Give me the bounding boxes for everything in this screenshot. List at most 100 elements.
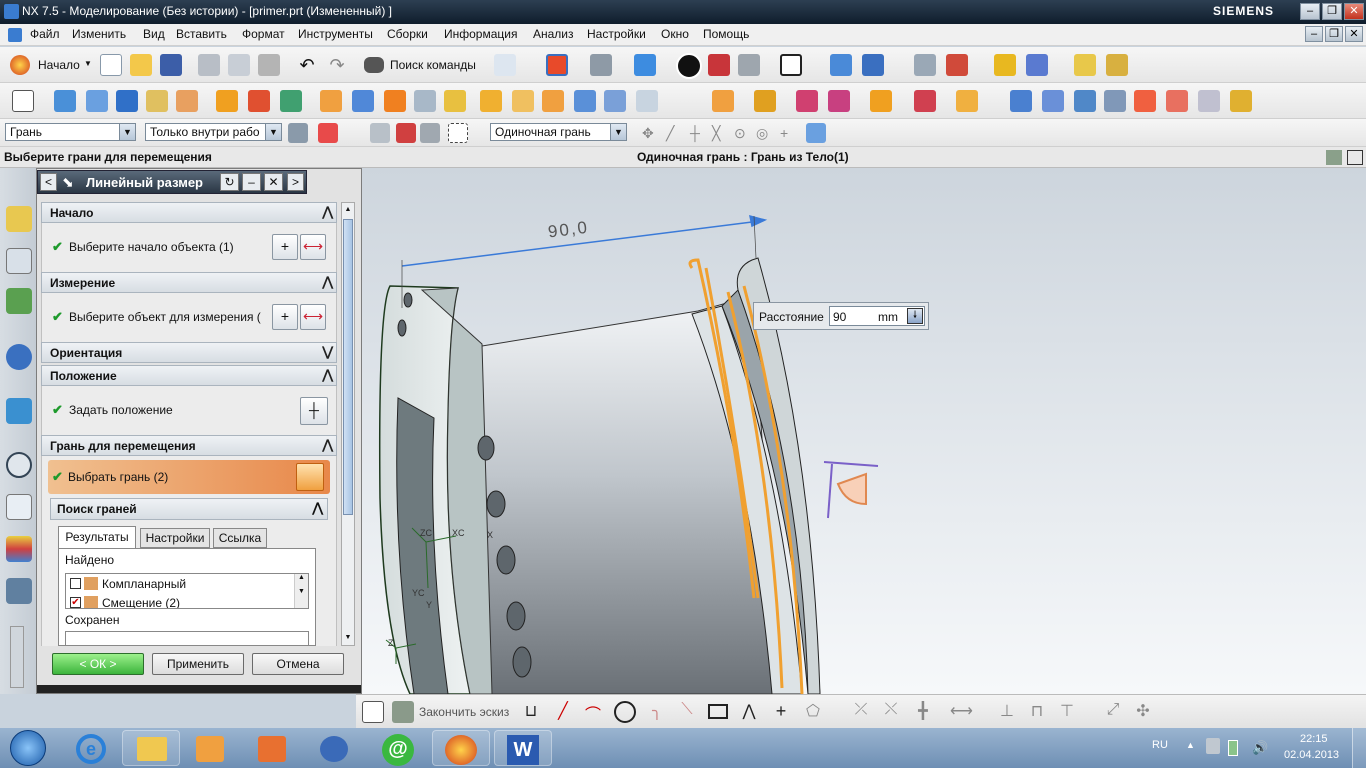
- show-constraints-icon[interactable]: ⊓: [1026, 701, 1048, 723]
- undo-icon[interactable]: ↶: [296, 54, 318, 76]
- snap-quadrant-icon[interactable]: ◎: [756, 125, 772, 141]
- menu-window[interactable]: Окно: [661, 27, 689, 41]
- network-icon[interactable]: [1206, 738, 1220, 754]
- fullscreen-icon[interactable]: [1347, 150, 1363, 165]
- profile-icon[interactable]: ⊔: [520, 701, 542, 723]
- scroll-up-arrow[interactable]: ▲: [342, 203, 354, 217]
- close-button[interactable]: ✕: [1344, 3, 1364, 20]
- reset-icon[interactable]: ↻: [220, 173, 239, 191]
- clock-date[interactable]: 02.04.2013: [1284, 749, 1339, 761]
- surface-icon[interactable]: [1010, 90, 1032, 112]
- layer-settings-icon[interactable]: [914, 54, 936, 76]
- finish-sketch-label[interactable]: Закончить эскиз: [419, 705, 509, 719]
- resource-bar-scroll[interactable]: [10, 626, 24, 688]
- snap-endpoint-icon[interactable]: ✥: [642, 125, 658, 141]
- point-icon[interactable]: [280, 90, 302, 112]
- graphics-window[interactable]: 90,0 ZC XC YC X Y Z Расстояние 90 mm 🠗: [362, 168, 1366, 694]
- menu-edit[interactable]: Изменить: [72, 27, 126, 41]
- doc-restore-button[interactable]: ❐: [1325, 26, 1343, 42]
- menu-tools[interactable]: Инструменты: [298, 27, 373, 41]
- trim-body-icon[interactable]: [512, 90, 534, 112]
- through-curves-icon[interactable]: [1042, 90, 1064, 112]
- shaded-cube-icon[interactable]: [634, 54, 656, 76]
- sync-replace-face-icon[interactable]: [828, 90, 850, 112]
- bridge-icon[interactable]: [1134, 90, 1156, 112]
- section-face-move-header[interactable]: Грань для перемещения ⋀: [41, 435, 337, 456]
- taskbar-nx[interactable]: [432, 730, 490, 766]
- found-list-scrollbar[interactable]: ▲ ▼: [294, 574, 308, 608]
- datum-plane-icon[interactable]: [216, 90, 238, 112]
- tab-reference[interactable]: Ссылка: [213, 528, 267, 548]
- sketch-name-icon[interactable]: [362, 701, 384, 723]
- menu-information[interactable]: Информация: [444, 27, 517, 41]
- sync-linear-dim-icon[interactable]: [914, 90, 936, 112]
- section-orientation-header[interactable]: Ориентация ⋁: [41, 342, 337, 363]
- sketch-icon[interactable]: [12, 90, 34, 112]
- auto-constrain-icon[interactable]: ⊤: [1056, 701, 1078, 723]
- save-icon[interactable]: [160, 54, 182, 76]
- n-sided-icon[interactable]: [1198, 90, 1220, 112]
- snap-on-curve-icon[interactable]: [806, 123, 826, 143]
- copy-icon[interactable]: [228, 54, 250, 76]
- select-component-icon[interactable]: [420, 123, 440, 143]
- tab-settings[interactable]: Настройки: [140, 528, 210, 548]
- fillet-icon[interactable]: ╮: [646, 701, 668, 723]
- redo-icon[interactable]: ↷: [326, 54, 348, 76]
- quick-trim-icon[interactable]: ⤫: [850, 701, 872, 723]
- snap-icon[interactable]: [946, 54, 968, 76]
- chamfer-sketch-icon[interactable]: ⟍: [676, 701, 698, 723]
- measure-snap-button[interactable]: ⟷: [300, 304, 326, 330]
- menu-help[interactable]: Помощь: [703, 27, 749, 41]
- alternate-solution-icon[interactable]: ✣: [1132, 701, 1154, 723]
- part-navigator-icon[interactable]: [6, 288, 32, 314]
- sew-icon[interactable]: [604, 90, 626, 112]
- subtract-icon[interactable]: [352, 90, 374, 112]
- taskbar-app-3[interactable]: [244, 730, 302, 766]
- found-item-offset[interactable]: ✔ Смещение (2): [68, 595, 294, 608]
- dialog-close-button[interactable]: ✕: [264, 173, 283, 191]
- taskbar-ie[interactable]: e: [64, 730, 122, 766]
- cancel-button[interactable]: Отмена: [252, 653, 344, 675]
- dialog-scrollbar[interactable]: ▲ ▼: [341, 202, 355, 646]
- distance-field[interactable]: 90 mm 🠗: [829, 306, 925, 326]
- edge-blend-icon[interactable]: [384, 90, 406, 112]
- circle-icon[interactable]: [614, 701, 636, 723]
- menu-insert[interactable]: Вставить: [176, 27, 227, 41]
- menu-format[interactable]: Формат: [242, 27, 285, 41]
- new-file-icon[interactable]: [100, 54, 122, 76]
- wcs-icon[interactable]: [862, 54, 884, 76]
- select-face-row[interactable]: ✔ Выбрать грань (2): [48, 460, 330, 494]
- ok-button[interactable]: < ОК >: [52, 653, 144, 675]
- quick-extend-icon[interactable]: ⤬: [880, 701, 902, 723]
- filter-options-icon[interactable]: [288, 123, 308, 143]
- start-menu-button[interactable]: Начало ▼: [8, 53, 92, 77]
- offset-curve-icon[interactable]: ⬠: [802, 701, 824, 723]
- menu-app-icon[interactable]: [8, 28, 22, 42]
- gray-cube-icon[interactable]: [738, 54, 760, 76]
- part-model[interactable]: [362, 168, 1366, 694]
- select-feature-icon[interactable]: [396, 123, 416, 143]
- roles-icon[interactable]: [6, 578, 32, 604]
- menu-analysis[interactable]: Анализ: [533, 27, 574, 41]
- point-dialog-button[interactable]: +: [272, 234, 298, 260]
- section-start-header[interactable]: Начало ⋀: [41, 202, 337, 223]
- open-folder-icon[interactable]: [130, 54, 152, 76]
- background-icon[interactable]: [780, 54, 802, 76]
- cylinder-icon[interactable]: [146, 90, 168, 112]
- rotate-view-icon[interactable]: [590, 54, 612, 76]
- select-body-icon[interactable]: [370, 123, 390, 143]
- arc-icon[interactable]: ⌒: [582, 701, 604, 724]
- finish-sketch-icon[interactable]: [392, 701, 414, 723]
- tab-results[interactable]: Результаты: [58, 526, 136, 548]
- maximize-button[interactable]: ❐: [1322, 3, 1342, 20]
- constraint-icon[interactable]: ⊥: [996, 701, 1018, 723]
- hole-icon[interactable]: [176, 90, 198, 112]
- offset-face-icon[interactable]: [480, 90, 502, 112]
- select-measure-label[interactable]: Выберите объект для измерения (: [69, 310, 269, 324]
- extrude-icon[interactable]: [54, 90, 76, 112]
- extension-icon[interactable]: [1166, 90, 1188, 112]
- dimension-icon[interactable]: ⟷: [950, 701, 973, 723]
- snap-point-icon[interactable]: [318, 123, 338, 143]
- section-measure-header[interactable]: Измерение ⋀: [41, 272, 337, 293]
- info-icon[interactable]: [494, 54, 516, 76]
